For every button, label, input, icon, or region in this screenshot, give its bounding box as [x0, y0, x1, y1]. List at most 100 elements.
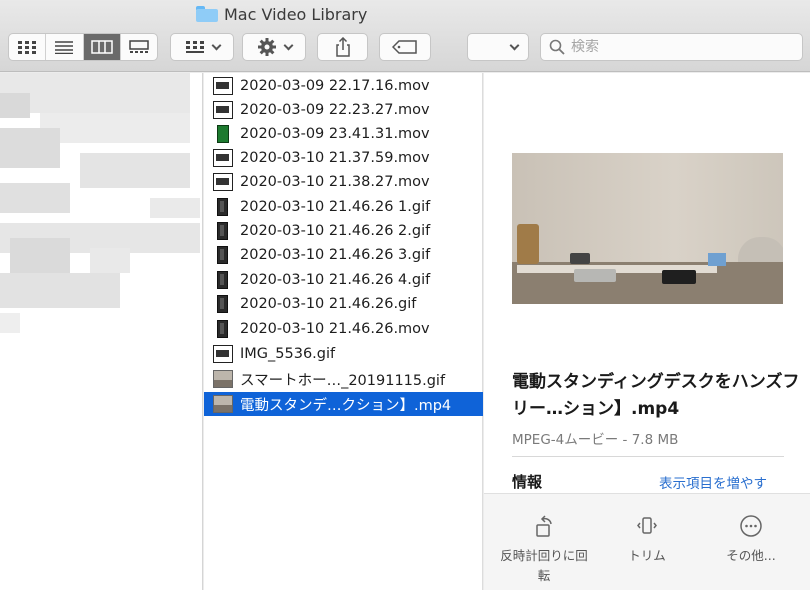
video-thumbnail-icon	[213, 77, 233, 95]
file-item[interactable]: 2020-03-10 21.46.26.gif	[204, 292, 483, 316]
chevron-down-icon	[283, 40, 293, 50]
divider	[512, 456, 784, 457]
search-icon	[549, 39, 565, 55]
gif-thumbnail-icon	[217, 198, 228, 216]
group-by-button[interactable]	[170, 33, 234, 61]
gallery-icon	[129, 40, 149, 53]
gif-thumbnail-icon	[217, 271, 228, 289]
info-heading: 情報	[512, 473, 543, 491]
file-item[interactable]: 2020-03-10 21.37.59.mov	[204, 146, 483, 170]
preview-screen	[708, 253, 726, 266]
more-icon	[740, 515, 762, 537]
grid-icon	[18, 41, 37, 54]
chevron-down-icon	[211, 40, 221, 50]
sidebar-obscured-block	[40, 113, 190, 143]
gif-thumbnail-icon	[217, 295, 228, 313]
list-view-button[interactable]	[46, 34, 84, 60]
file-name: IMG_5536.gif	[240, 346, 336, 362]
file-item[interactable]: 2020-03-09 23.41.31.mov	[204, 122, 483, 146]
video-thumbnail-icon	[213, 149, 233, 167]
trim-icon	[637, 517, 657, 534]
preview-image	[512, 153, 783, 304]
video-thumbnail-icon	[213, 395, 233, 413]
more-label: その他...	[726, 548, 776, 563]
tag-icon	[392, 40, 417, 54]
columns-icon	[90, 40, 113, 54]
gif-thumbnail-icon	[213, 370, 233, 388]
file-item[interactable]: 2020-03-10 21.46.26 1.gif	[204, 195, 483, 219]
window-toolbar: Mac Video Library	[0, 0, 810, 72]
file-name: 2020-03-10 21.37.59.mov	[240, 150, 430, 166]
path-dropdown-button[interactable]	[467, 33, 529, 61]
folder-icon	[196, 6, 218, 22]
rotate-left-label: 反時計回りに回転	[500, 548, 588, 583]
video-thumbnail-icon	[217, 320, 228, 338]
file-name: 2020-03-10 21.46.26 4.gif	[240, 272, 431, 288]
tags-button[interactable]	[379, 33, 431, 61]
rotate-left-button[interactable]: 反時計回りに回転	[494, 514, 594, 586]
group-grid-icon	[185, 41, 204, 53]
sidebar-obscured-block	[150, 198, 200, 218]
preview-file-kind: MPEG-4ムービー - 7.8 MB	[512, 432, 679, 448]
gif-thumbnail-icon	[217, 222, 228, 240]
file-name: 2020-03-10 21.46.26.gif	[240, 296, 417, 312]
sidebar	[0, 73, 203, 590]
window-title: Mac Video Library	[196, 3, 367, 25]
file-item[interactable]: IMG_5536.gif	[204, 342, 483, 366]
file-item[interactable]: 2020-03-10 21.46.26.mov	[204, 317, 483, 341]
preview-basket	[517, 224, 539, 264]
icon-view-button[interactable]	[9, 34, 47, 60]
sidebar-obscured-block	[0, 313, 20, 333]
file-item[interactable]: 2020-03-09 22.17.16.mov	[204, 74, 483, 98]
sidebar-obscured-block	[0, 273, 120, 308]
sidebar-obscured-block	[80, 153, 190, 188]
file-name: 2020-03-09 22.17.16.mov	[240, 78, 430, 94]
trim-label: トリム	[628, 548, 666, 563]
quick-actions-bar: 反時計回りに回転 トリム その他...	[484, 493, 810, 590]
file-item[interactable]: 2020-03-10 21.46.26 3.gif	[204, 243, 483, 267]
search-input[interactable]	[571, 39, 791, 55]
rotate-left-icon	[536, 515, 552, 537]
more-button[interactable]: その他...	[701, 514, 801, 566]
preview-tablet	[662, 270, 696, 284]
gif-thumbnail-icon	[217, 246, 228, 264]
file-item[interactable]: 2020-03-09 22.23.27.mov	[204, 98, 483, 122]
video-thumbnail-icon	[213, 173, 233, 191]
preview-pane: 電動スタンディングデスクをハンズフリー…ション】.mp4 MPEG-4ムービー …	[484, 73, 810, 590]
file-name: 2020-03-10 21.38.27.mov	[240, 174, 430, 190]
sidebar-obscured-block	[0, 183, 70, 213]
sidebar-obscured-block	[0, 93, 30, 118]
chevron-down-icon	[509, 40, 520, 50]
sidebar-obscured-block	[0, 128, 60, 168]
action-menu-button[interactable]	[242, 33, 306, 61]
sidebar-obscured-block	[90, 248, 130, 273]
video-thumbnail-icon	[217, 125, 229, 143]
file-name: 2020-03-10 21.46.26 3.gif	[240, 247, 431, 263]
show-more-link[interactable]: 表示項目を増やす	[659, 472, 767, 492]
trim-button[interactable]: トリム	[597, 514, 697, 566]
list-icon	[55, 41, 74, 54]
share-icon	[335, 37, 350, 57]
file-item[interactable]: 2020-03-10 21.46.26 2.gif	[204, 219, 483, 243]
file-item[interactable]: 2020-03-10 21.38.27.mov	[204, 170, 483, 194]
file-name: 電動スタンデ…クション】.mp4	[240, 397, 452, 414]
sidebar-obscured-block	[10, 238, 70, 273]
preview-laptop	[574, 269, 616, 282]
preview-speaker	[570, 253, 590, 264]
file-name: 2020-03-10 21.46.26.mov	[240, 321, 430, 337]
column-view-button[interactable]	[83, 34, 121, 60]
file-item-selected[interactable]: 電動スタンデ…クション】.mp4	[204, 392, 483, 416]
file-name: スマートホー…_20191115.gif	[240, 372, 446, 389]
file-name: 2020-03-10 21.46.26 1.gif	[240, 199, 431, 215]
share-button[interactable]	[317, 33, 368, 61]
file-name: 2020-03-09 22.23.27.mov	[240, 102, 430, 118]
video-thumbnail-icon	[213, 101, 233, 119]
preview-file-title: 電動スタンディングデスクをハンズフリー…ション】.mp4	[512, 372, 800, 419]
file-item[interactable]: スマートホー…_20191115.gif	[204, 367, 483, 391]
file-list-column: 2020-03-09 22.17.16.mov 2020-03-09 22.23…	[204, 73, 483, 590]
gear-icon	[257, 38, 276, 56]
view-mode-segmented-control	[8, 33, 158, 61]
file-item[interactable]: 2020-03-10 21.46.26 4.gif	[204, 268, 483, 292]
search-field[interactable]	[540, 33, 803, 61]
gallery-view-button[interactable]	[121, 34, 157, 60]
